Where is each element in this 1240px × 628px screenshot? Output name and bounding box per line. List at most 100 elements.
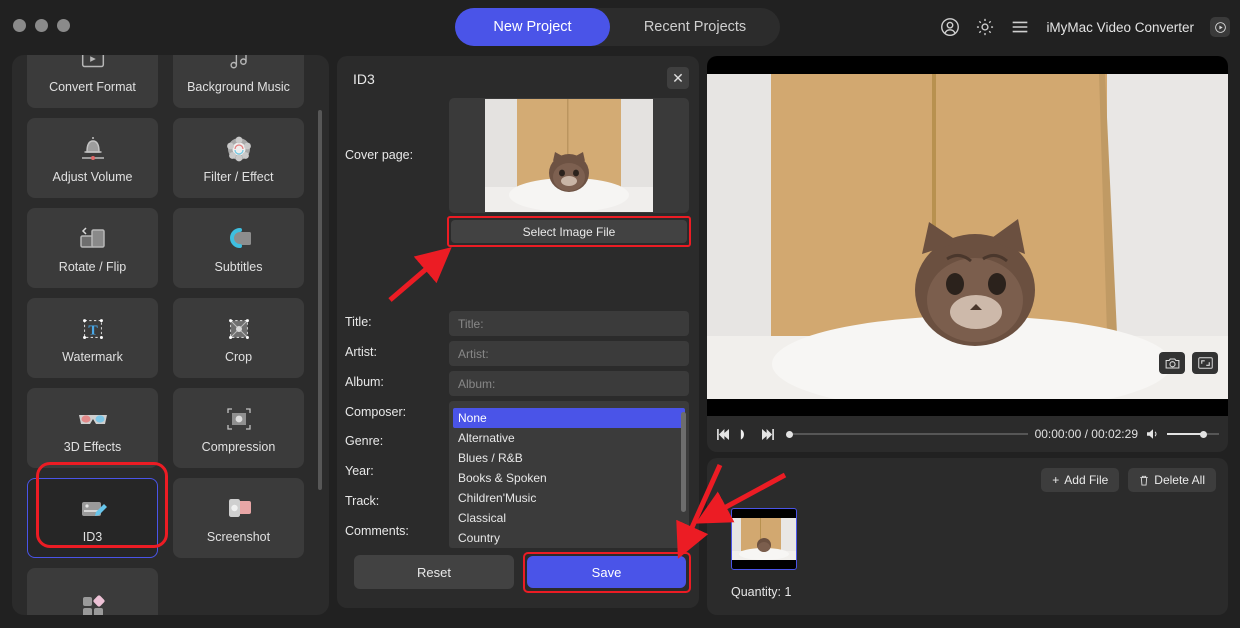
seek-track: [790, 433, 1028, 435]
sidebar-tool-watermark[interactable]: T Watermark: [27, 298, 158, 378]
sidebar-tool-adjust-volume[interactable]: Adjust Volume: [27, 118, 158, 198]
sidebar-tool-id3[interactable]: ID3: [27, 478, 158, 558]
screenshot-phone-icon: [223, 492, 255, 526]
tool-label: Background Music: [187, 80, 290, 94]
tab-recent-projects[interactable]: Recent Projects: [610, 8, 780, 46]
dropdown-option[interactable]: Alternative: [449, 428, 689, 448]
sidebar-tool-convert-format[interactable]: Convert Format: [27, 55, 158, 108]
tool-label: Subtitles: [214, 260, 263, 274]
sidebar-scrollbar-thumb[interactable]: [318, 110, 322, 490]
app-logo-icon: [1210, 17, 1230, 37]
seek-handle[interactable]: [786, 430, 793, 438]
fullscreen-icon[interactable]: [1192, 352, 1218, 374]
cover-image-preview: [449, 98, 689, 213]
file-panel-actions: + Add File Delete All: [1041, 468, 1216, 492]
dropdown-option[interactable]: Children'Music: [449, 488, 689, 508]
camera-snapshot-icon[interactable]: [1159, 352, 1185, 374]
minimize-window-button[interactable]: [35, 19, 48, 32]
sidebar-tool-compression[interactable]: Compression: [173, 388, 304, 468]
speaker-icon[interactable]: [1145, 427, 1160, 442]
sidebar-tool-filter-effect[interactable]: Filter / Effect: [173, 118, 304, 198]
file-thumbnail[interactable]: [731, 508, 797, 570]
cover-page-label: Cover page:: [345, 148, 414, 162]
tab-new-project[interactable]: New Project: [455, 8, 610, 46]
tool-label: Crop: [224, 350, 253, 364]
compression-film-icon: [223, 402, 255, 436]
artist-input[interactable]: [449, 341, 689, 366]
previous-icon[interactable]: [716, 427, 731, 442]
convert-format-icon: [78, 55, 108, 76]
id3-dialog: ID3 ✕ Cover page: Select Image File Titl…: [337, 56, 699, 608]
file-list-panel: + Add File Delete All Quantity: 1: [707, 458, 1228, 615]
delete-all-button[interactable]: Delete All: [1128, 468, 1216, 492]
trash-icon: [1140, 475, 1149, 486]
seek-bar[interactable]: [786, 427, 1028, 441]
window-traffic-lights: [13, 19, 70, 32]
dropdown-option[interactable]: Books & Spoken: [449, 468, 689, 488]
sidebar-tool-rotate-flip[interactable]: Rotate / Flip: [27, 208, 158, 288]
hamburger-menu-icon[interactable]: [1009, 16, 1031, 38]
time-display: 00:00:00 / 00:02:29: [1034, 427, 1138, 441]
tool-label: Filter / Effect: [203, 170, 274, 184]
next-icon[interactable]: [760, 427, 775, 442]
id3-tag-edit-icon: [77, 492, 109, 526]
video-player-panel: 00:00:00 / 00:02:29: [707, 56, 1228, 452]
dropdown-option[interactable]: Country: [449, 528, 689, 548]
sidebar-tool-subtitles[interactable]: Subtitles: [173, 208, 304, 288]
bell-volume-icon: [76, 132, 110, 166]
dropdown-scrollbar[interactable]: [681, 412, 686, 512]
watermark-text-icon: T: [78, 312, 108, 346]
title-input[interactable]: [449, 311, 689, 336]
genre-dropdown-list[interactable]: None Alternative Blues / R&B Books & Spo…: [449, 408, 689, 548]
close-icon[interactable]: ✕: [667, 67, 689, 89]
genre-label: Genre:: [345, 434, 384, 448]
tool-label: 3D Effects: [63, 440, 122, 454]
user-circle-icon[interactable]: [939, 16, 961, 38]
dialog-title: ID3: [353, 71, 375, 87]
sidebar-tool-crop[interactable]: Crop: [173, 298, 304, 378]
cover-cat-image: [485, 99, 653, 212]
video-preview[interactable]: [707, 56, 1228, 416]
maximize-window-button[interactable]: [57, 19, 70, 32]
gear-icon[interactable]: [974, 16, 996, 38]
grid-blocks-icon: [77, 589, 109, 615]
tool-label: Compression: [201, 440, 276, 454]
volume-handle[interactable]: [1200, 430, 1207, 438]
reset-button[interactable]: Reset: [354, 555, 514, 589]
video-tools: [1159, 352, 1218, 374]
plus-icon: +: [1052, 473, 1060, 487]
select-image-file-button[interactable]: Select Image File: [451, 220, 687, 243]
dropdown-option[interactable]: Classical: [449, 508, 689, 528]
sidebar-tool-3d-effects[interactable]: 3D Effects: [27, 388, 158, 468]
select-image-file-highlight: Select Image File: [447, 216, 691, 247]
sidebar-tool-screenshot[interactable]: Screenshot: [173, 478, 304, 558]
sidebar-tool-background-music[interactable]: Background Music: [173, 55, 304, 108]
playback-controls: 00:00:00 / 00:02:29: [707, 416, 1228, 452]
tool-label: Convert Format: [49, 80, 136, 94]
app-title: iMyMac Video Converter: [1046, 19, 1194, 35]
comments-label: Comments:: [345, 524, 409, 538]
save-button-highlight: Save: [523, 552, 691, 593]
add-file-button[interactable]: + Add File: [1041, 468, 1120, 492]
album-input[interactable]: [449, 371, 689, 396]
music-note-icon: [225, 55, 253, 76]
tool-label: Watermark: [62, 350, 123, 364]
play-icon[interactable]: [738, 427, 753, 442]
filter-effect-icon: [223, 132, 255, 166]
close-window-button[interactable]: [13, 19, 26, 32]
quantity-label: Quantity: 1: [731, 585, 792, 599]
video-frame-cat-image: [707, 73, 1228, 399]
dropdown-option[interactable]: Blues / R&B: [449, 448, 689, 468]
title-label: Title:: [345, 315, 372, 329]
dropdown-option[interactable]: None: [453, 408, 685, 428]
sidebar-scrollbar[interactable]: [318, 110, 322, 565]
sidebar-tool-partial[interactable]: [27, 568, 158, 615]
3d-glasses-icon: [76, 402, 110, 436]
volume-slider[interactable]: [1167, 427, 1219, 441]
save-button[interactable]: Save: [527, 556, 686, 588]
track-label: Track:: [345, 494, 380, 508]
app-window: New Project Recent Projects iMyMac Video…: [0, 0, 1240, 628]
project-tabs: New Project Recent Projects: [455, 8, 780, 46]
field-row-title: Title:: [337, 311, 699, 336]
delete-all-label: Delete All: [1154, 473, 1205, 487]
